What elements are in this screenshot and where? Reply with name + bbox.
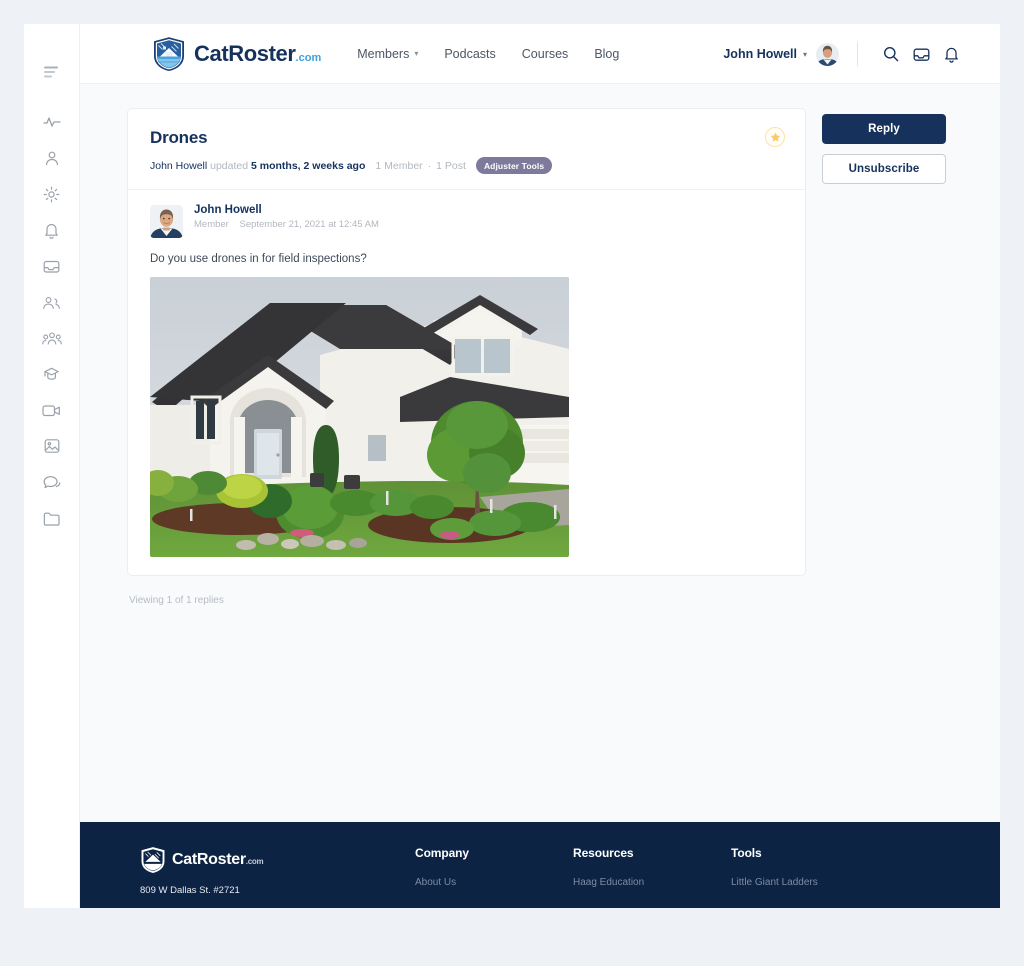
post-image[interactable]	[150, 277, 569, 557]
post-submeta: Member September 21, 2021 at 12:45 AM	[194, 219, 379, 230]
topic-member-count: 1 Member	[375, 159, 423, 172]
topic-meta: John Howell updated 5 months, 2 weeks ag…	[150, 157, 783, 174]
post-header: John Howell Member September 21, 2021 at…	[150, 204, 783, 238]
topic-post-count: 1 Post	[436, 159, 466, 172]
post-item: John Howell Member September 21, 2021 at…	[128, 190, 805, 575]
header-right-group: John Howell ▾	[723, 24, 966, 84]
inbox-icon[interactable]	[24, 248, 80, 284]
connections-icon[interactable]	[24, 284, 80, 320]
groups-icon[interactable]	[24, 320, 80, 356]
notifications-bell-icon[interactable]	[24, 212, 80, 248]
header-divider	[857, 42, 858, 66]
site-logo[interactable]: CatRoster.com	[152, 36, 321, 72]
avatar-photo	[150, 205, 183, 238]
site-footer: CatRoster.com 809 W Dallas St. #2721 Com…	[80, 822, 1000, 908]
topic-updated-time: 5 months, 2 weeks ago	[251, 159, 366, 172]
brand-suffix: .com	[295, 51, 322, 64]
status-badge[interactable]: Adjuster Tools	[475, 157, 553, 174]
footer-brand-secondary: Roster	[196, 851, 246, 868]
nav-item-blog[interactable]: Blog	[594, 47, 619, 61]
avatar[interactable]	[816, 42, 839, 66]
post-author-name[interactable]: John Howell	[194, 204, 379, 216]
topic-author[interactable]: John Howell	[150, 160, 207, 172]
brand-wordmark: CatRoster.com	[194, 41, 321, 67]
replies-count-note: Viewing 1 of 1 replies	[129, 595, 224, 606]
profile-icon[interactable]	[24, 140, 80, 176]
topic-card: Drones John Howell updated 5 months, 2 w…	[127, 108, 806, 576]
content-area: Drones John Howell updated 5 months, 2 w…	[80, 84, 1000, 822]
site-header: CatRoster.com Members ▾ Podcasts Courses…	[80, 24, 1000, 84]
brand-primary: Cat	[194, 40, 229, 66]
footer-brand-suffix: .com	[245, 857, 264, 866]
documents-folder-icon[interactable]	[24, 500, 80, 536]
left-icon-rail	[24, 24, 80, 908]
nav-label: Members	[357, 46, 410, 61]
topic-header: Drones John Howell updated 5 months, 2 w…	[128, 109, 805, 190]
main-column: CatRoster.com Members ▾ Podcasts Courses…	[80, 24, 1000, 908]
post-author-block: John Howell Member September 21, 2021 at…	[194, 204, 379, 230]
bell-icon[interactable]	[936, 39, 966, 69]
shield-logo-icon	[154, 36, 184, 71]
post-timestamp: September 21, 2021 at 12:45 AM	[239, 219, 379, 230]
activity-icon[interactable]	[24, 104, 80, 140]
page-title: Drones	[150, 128, 208, 147]
footer-address: 809 W Dallas St. #2721	[140, 885, 240, 896]
courses-cap-icon[interactable]	[24, 356, 80, 392]
nav-item-members[interactable]: Members ▾	[357, 47, 418, 61]
house-photo	[150, 277, 569, 557]
forums-chat-icon[interactable]	[24, 464, 80, 500]
chevron-down-icon[interactable]: ▾	[803, 50, 807, 59]
footer-logo[interactable]: CatRoster.com	[140, 846, 415, 874]
avatar[interactable]	[150, 205, 183, 238]
chevron-down-icon: ▾	[414, 49, 419, 58]
inbox-icon[interactable]	[906, 39, 936, 69]
post-body-text: Do you use drones in for field inspectio…	[150, 253, 367, 265]
footer-column-company: Company About Us	[415, 846, 573, 908]
footer-column-tools: Tools Little Giant Ladders	[731, 846, 889, 908]
photos-icon[interactable]	[24, 428, 80, 464]
nav-item-podcasts[interactable]: Podcasts	[444, 47, 495, 61]
reply-button[interactable]: Reply	[822, 114, 946, 144]
footer-brand-column: CatRoster.com 809 W Dallas St. #2721	[140, 846, 415, 908]
action-column: Reply Unsubscribe	[822, 108, 946, 822]
user-menu-label[interactable]: John Howell	[723, 47, 797, 61]
nav-item-courses[interactable]: Courses	[522, 47, 569, 61]
video-icon[interactable]	[24, 392, 80, 428]
meta-separator: ·	[427, 159, 432, 172]
topic-updated-word: updated	[210, 159, 249, 172]
settings-gear-icon[interactable]	[24, 176, 80, 212]
footer-heading: Company	[415, 846, 469, 860]
footer-brand-primary: Cat	[172, 851, 197, 868]
post-author-role: Member	[194, 219, 229, 230]
footer-link-haag-education[interactable]: Haag Education	[573, 877, 731, 888]
unsubscribe-button[interactable]: Unsubscribe	[822, 154, 946, 184]
search-icon[interactable]	[876, 39, 906, 69]
star-glyph	[770, 132, 780, 142]
footer-column-resources: Resources Haag Education	[573, 846, 731, 908]
brand-secondary: Roster	[228, 40, 296, 66]
footer-link-little-giant-ladders[interactable]: Little Giant Ladders	[731, 877, 889, 888]
footer-heading: Tools	[731, 846, 762, 860]
shield-logo-icon	[141, 847, 165, 873]
footer-link-about-us[interactable]: About Us	[415, 877, 573, 888]
app-window: CatRoster.com Members ▾ Podcasts Courses…	[24, 24, 1000, 908]
primary-nav: Members ▾ Podcasts Courses Blog	[357, 47, 619, 61]
avatar-photo	[816, 42, 839, 66]
footer-heading: Resources	[573, 846, 634, 860]
star-icon[interactable]	[765, 127, 785, 147]
footer-wordmark: CatRoster.com	[172, 851, 264, 869]
topic-column: Drones John Howell updated 5 months, 2 w…	[127, 108, 806, 822]
menu-collapse-icon[interactable]	[24, 54, 80, 90]
